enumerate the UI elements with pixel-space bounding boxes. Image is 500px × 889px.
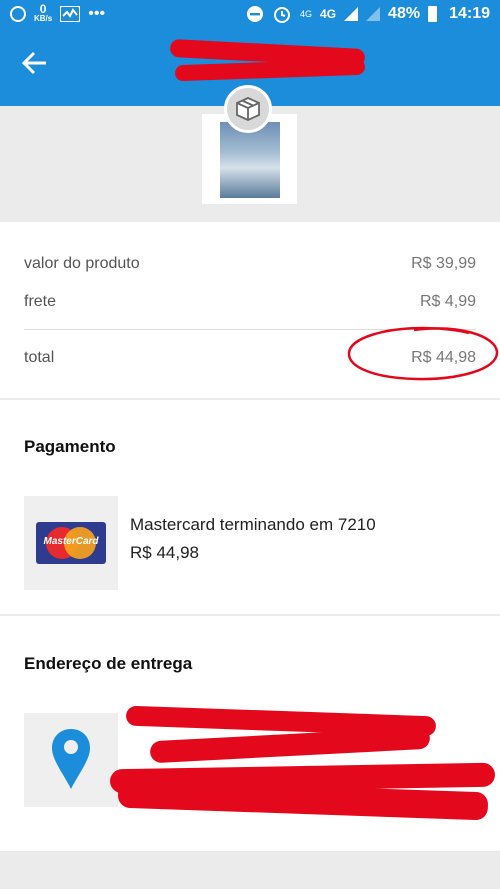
activity-icon [60,6,81,22]
red-circle-annotation [347,326,499,381]
do-not-disturb-icon [247,6,264,22]
address-icon-box [24,713,118,807]
shipping-value: R$ 4,99 [419,293,476,310]
more-notifications-icon: ••• [88,5,106,22]
shipping-label: frete [24,293,57,310]
battery-icon [428,6,438,22]
total-label: total [24,349,55,366]
mastercard-logo: MasterCard [36,522,106,564]
alarm-clock-icon [274,7,291,23]
payment-section: Pagamento MasterCard Mastercard terminan… [0,400,500,614]
network-type-1: 4G [300,9,313,19]
alarm-sync-icon [10,6,26,22]
payment-title: Pagamento [24,437,116,456]
card-logo-box: MasterCard [24,496,118,590]
arrow-left-icon[interactable] [20,48,56,84]
product-value-row: valor do produto R$ 39,99 [24,255,476,273]
net-speed: 0 KB/s [34,2,53,23]
order-summary: valor do produto R$ 39,99 frete R$ 4,99 … [0,222,500,398]
product-cover-image [220,122,280,198]
product-value: R$ 39,99 [411,255,476,272]
battery-percent: 48% [388,5,421,22]
location-pin-icon [52,729,90,789]
clock: 14:19 [449,5,490,22]
status-bar: 0 KB/s ••• 4G 4G 48% 14:19 [0,0,500,30]
package-icon [224,85,272,133]
signal-empty-icon [366,7,381,21]
network-type-2: 4G [320,7,337,21]
address-title: Endereço de entrega [24,654,193,673]
redaction-mark [174,58,366,82]
payment-method: Mastercard terminando em 7210 [130,515,376,534]
bottom-spacer [0,851,500,889]
delivery-address-section: Endereço de entrega [0,616,500,851]
signal-icon [344,7,359,21]
product-value-label: valor do produto [24,255,140,272]
redaction-mark [149,726,431,764]
shipping-row: frete R$ 4,99 [24,293,476,311]
payment-amount: R$ 44,98 [130,543,199,562]
